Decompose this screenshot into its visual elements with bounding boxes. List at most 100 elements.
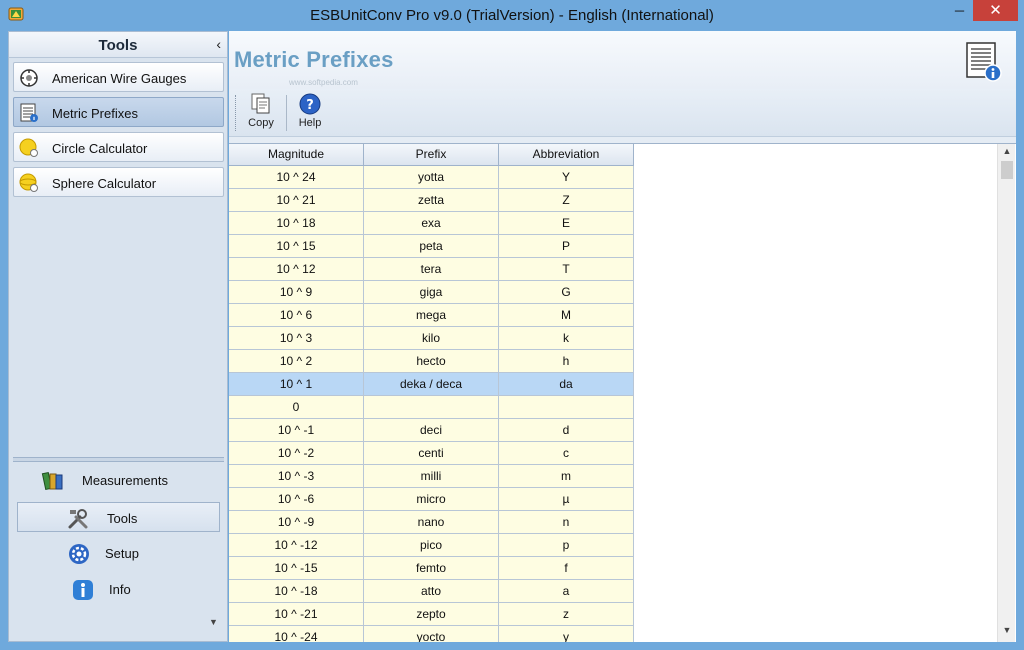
scroll-down-arrow[interactable]: ▼ <box>998 625 1016 639</box>
scroll-up-arrow[interactable]: ▲ <box>998 146 1016 160</box>
prefix-cell[interactable]: exa <box>364 212 499 235</box>
abbreviation-cell[interactable] <box>499 396 634 419</box>
magnitude-cell[interactable]: 10 ^ -2 <box>229 442 364 465</box>
abbreviation-cell[interactable]: M <box>499 304 634 327</box>
magnitude-cell[interactable]: 10 ^ 21 <box>229 189 364 212</box>
sidebar-more-button[interactable]: ▼ <box>209 617 218 627</box>
abbreviation-cell[interactable]: f <box>499 557 634 580</box>
abbreviation-cell[interactable]: a <box>499 580 634 603</box>
abbreviation-cell[interactable]: Z <box>499 189 634 212</box>
column-header-prefix[interactable]: Prefix <box>364 144 499 166</box>
close-button[interactable]: ✕ <box>973 0 1018 21</box>
abbreviation-cell[interactable]: da <box>499 373 634 396</box>
magnitude-cell[interactable]: 10 ^ 1 <box>229 373 364 396</box>
prefix-cell[interactable]: yocto <box>364 626 499 642</box>
magnitude-cell[interactable]: 10 ^ -18 <box>229 580 364 603</box>
table-row[interactable]: 10 ^ 1 deka / deca da <box>229 373 635 396</box>
vertical-scrollbar[interactable]: ▲ ▼ <box>997 144 1015 642</box>
magnitude-cell[interactable]: 10 ^ -24 <box>229 626 364 642</box>
collapse-sidebar-button[interactable]: ‹ <box>216 36 221 52</box>
table-row[interactable]: 10 ^ 3 kilo k <box>229 327 635 350</box>
prefix-cell[interactable]: milli <box>364 465 499 488</box>
abbreviation-cell[interactable]: z <box>499 603 634 626</box>
abbreviation-cell[interactable]: p <box>499 534 634 557</box>
prefix-cell[interactable]: zepto <box>364 603 499 626</box>
abbreviation-cell[interactable]: n <box>499 511 634 534</box>
magnitude-cell[interactable]: 10 ^ -12 <box>229 534 364 557</box>
prefix-cell[interactable] <box>364 396 499 419</box>
table-row[interactable]: 10 ^ 9 giga G <box>229 281 635 304</box>
magnitude-cell[interactable]: 10 ^ -3 <box>229 465 364 488</box>
toolbar-grip[interactable] <box>235 95 237 131</box>
magnitude-cell[interactable]: 10 ^ 12 <box>229 258 364 281</box>
help-button[interactable]: ? Help <box>293 93 327 133</box>
abbreviation-cell[interactable]: Y <box>499 166 634 189</box>
magnitude-cell[interactable]: 10 ^ 6 <box>229 304 364 327</box>
magnitude-cell[interactable]: 10 ^ 3 <box>229 327 364 350</box>
tool-metric-prefixes[interactable]: Metric Prefixes <box>13 97 224 127</box>
nav-setup[interactable]: Setup <box>17 538 220 568</box>
prefix-cell[interactable]: femto <box>364 557 499 580</box>
prefix-grid[interactable]: Magnitude Prefix Abbreviation 10 ^ 24 yot… <box>229 143 1016 642</box>
table-row[interactable]: 10 ^ -6 micro µ <box>229 488 635 511</box>
sidebar-splitter[interactable] <box>13 457 224 462</box>
abbreviation-cell[interactable]: y <box>499 626 634 642</box>
table-row[interactable]: 10 ^ 21 zetta Z <box>229 189 635 212</box>
prefix-cell[interactable]: deci <box>364 419 499 442</box>
scroll-thumb[interactable] <box>1001 161 1013 179</box>
column-header-magnitude[interactable]: Magnitude <box>229 144 364 166</box>
prefix-cell[interactable]: yotta <box>364 166 499 189</box>
magnitude-cell[interactable]: 10 ^ 9 <box>229 281 364 304</box>
prefix-cell[interactable]: hecto <box>364 350 499 373</box>
abbreviation-cell[interactable]: T <box>499 258 634 281</box>
nav-measurements[interactable]: Measurements <box>17 465 220 495</box>
prefix-cell[interactable]: micro <box>364 488 499 511</box>
prefix-cell[interactable]: mega <box>364 304 499 327</box>
magnitude-cell[interactable]: 0 <box>229 396 364 419</box>
table-row[interactable]: 10 ^ 15 peta P <box>229 235 635 258</box>
abbreviation-cell[interactable]: E <box>499 212 634 235</box>
table-row[interactable]: 10 ^ -12 pico p <box>229 534 635 557</box>
prefix-cell[interactable]: deka / deca <box>364 373 499 396</box>
prefix-cell[interactable]: centi <box>364 442 499 465</box>
prefix-cell[interactable]: peta <box>364 235 499 258</box>
prefix-cell[interactable]: kilo <box>364 327 499 350</box>
magnitude-cell[interactable]: 10 ^ -15 <box>229 557 364 580</box>
magnitude-cell[interactable]: 10 ^ -21 <box>229 603 364 626</box>
abbreviation-cell[interactable]: k <box>499 327 634 350</box>
abbreviation-cell[interactable]: h <box>499 350 634 373</box>
table-row[interactable]: 10 ^ -2 centi c <box>229 442 635 465</box>
abbreviation-cell[interactable]: m <box>499 465 634 488</box>
abbreviation-cell[interactable]: µ <box>499 488 634 511</box>
prefix-cell[interactable]: zetta <box>364 189 499 212</box>
nav-tools[interactable]: Tools <box>17 502 220 532</box>
prefix-cell[interactable]: giga <box>364 281 499 304</box>
table-row[interactable]: 10 ^ 24 yotta Y <box>229 166 635 189</box>
table-row[interactable]: 10 ^ -18 atto a <box>229 580 635 603</box>
magnitude-cell[interactable]: 10 ^ 2 <box>229 350 364 373</box>
nav-info[interactable]: Info <box>17 574 220 604</box>
table-row[interactable]: 10 ^ -21 zepto z <box>229 603 635 626</box>
table-row[interactable]: 10 ^ -1 deci d <box>229 419 635 442</box>
table-row[interactable]: 10 ^ 12 tera T <box>229 258 635 281</box>
abbreviation-cell[interactable]: c <box>499 442 634 465</box>
table-row[interactable]: 10 ^ -9 nano n <box>229 511 635 534</box>
magnitude-cell[interactable]: 10 ^ -6 <box>229 488 364 511</box>
table-row[interactable]: 10 ^ -15 femto f <box>229 557 635 580</box>
column-header-abbreviation[interactable]: Abbreviation <box>499 144 634 166</box>
tool-circle-calculator[interactable]: Circle Calculator <box>13 132 224 162</box>
prefix-cell[interactable]: nano <box>364 511 499 534</box>
table-row[interactable]: 10 ^ 2 hecto h <box>229 350 635 373</box>
table-row[interactable]: 10 ^ 18 exa E <box>229 212 635 235</box>
table-row[interactable]: 0 <box>229 396 635 419</box>
abbreviation-cell[interactable]: P <box>499 235 634 258</box>
magnitude-cell[interactable]: 10 ^ -1 <box>229 419 364 442</box>
table-row[interactable]: 10 ^ 6 mega M <box>229 304 635 327</box>
magnitude-cell[interactable]: 10 ^ 18 <box>229 212 364 235</box>
prefix-cell[interactable]: pico <box>364 534 499 557</box>
abbreviation-cell[interactable]: G <box>499 281 634 304</box>
prefix-cell[interactable]: tera <box>364 258 499 281</box>
magnitude-cell[interactable]: 10 ^ -9 <box>229 511 364 534</box>
minimize-button[interactable]: ─ <box>946 0 973 21</box>
magnitude-cell[interactable]: 10 ^ 15 <box>229 235 364 258</box>
